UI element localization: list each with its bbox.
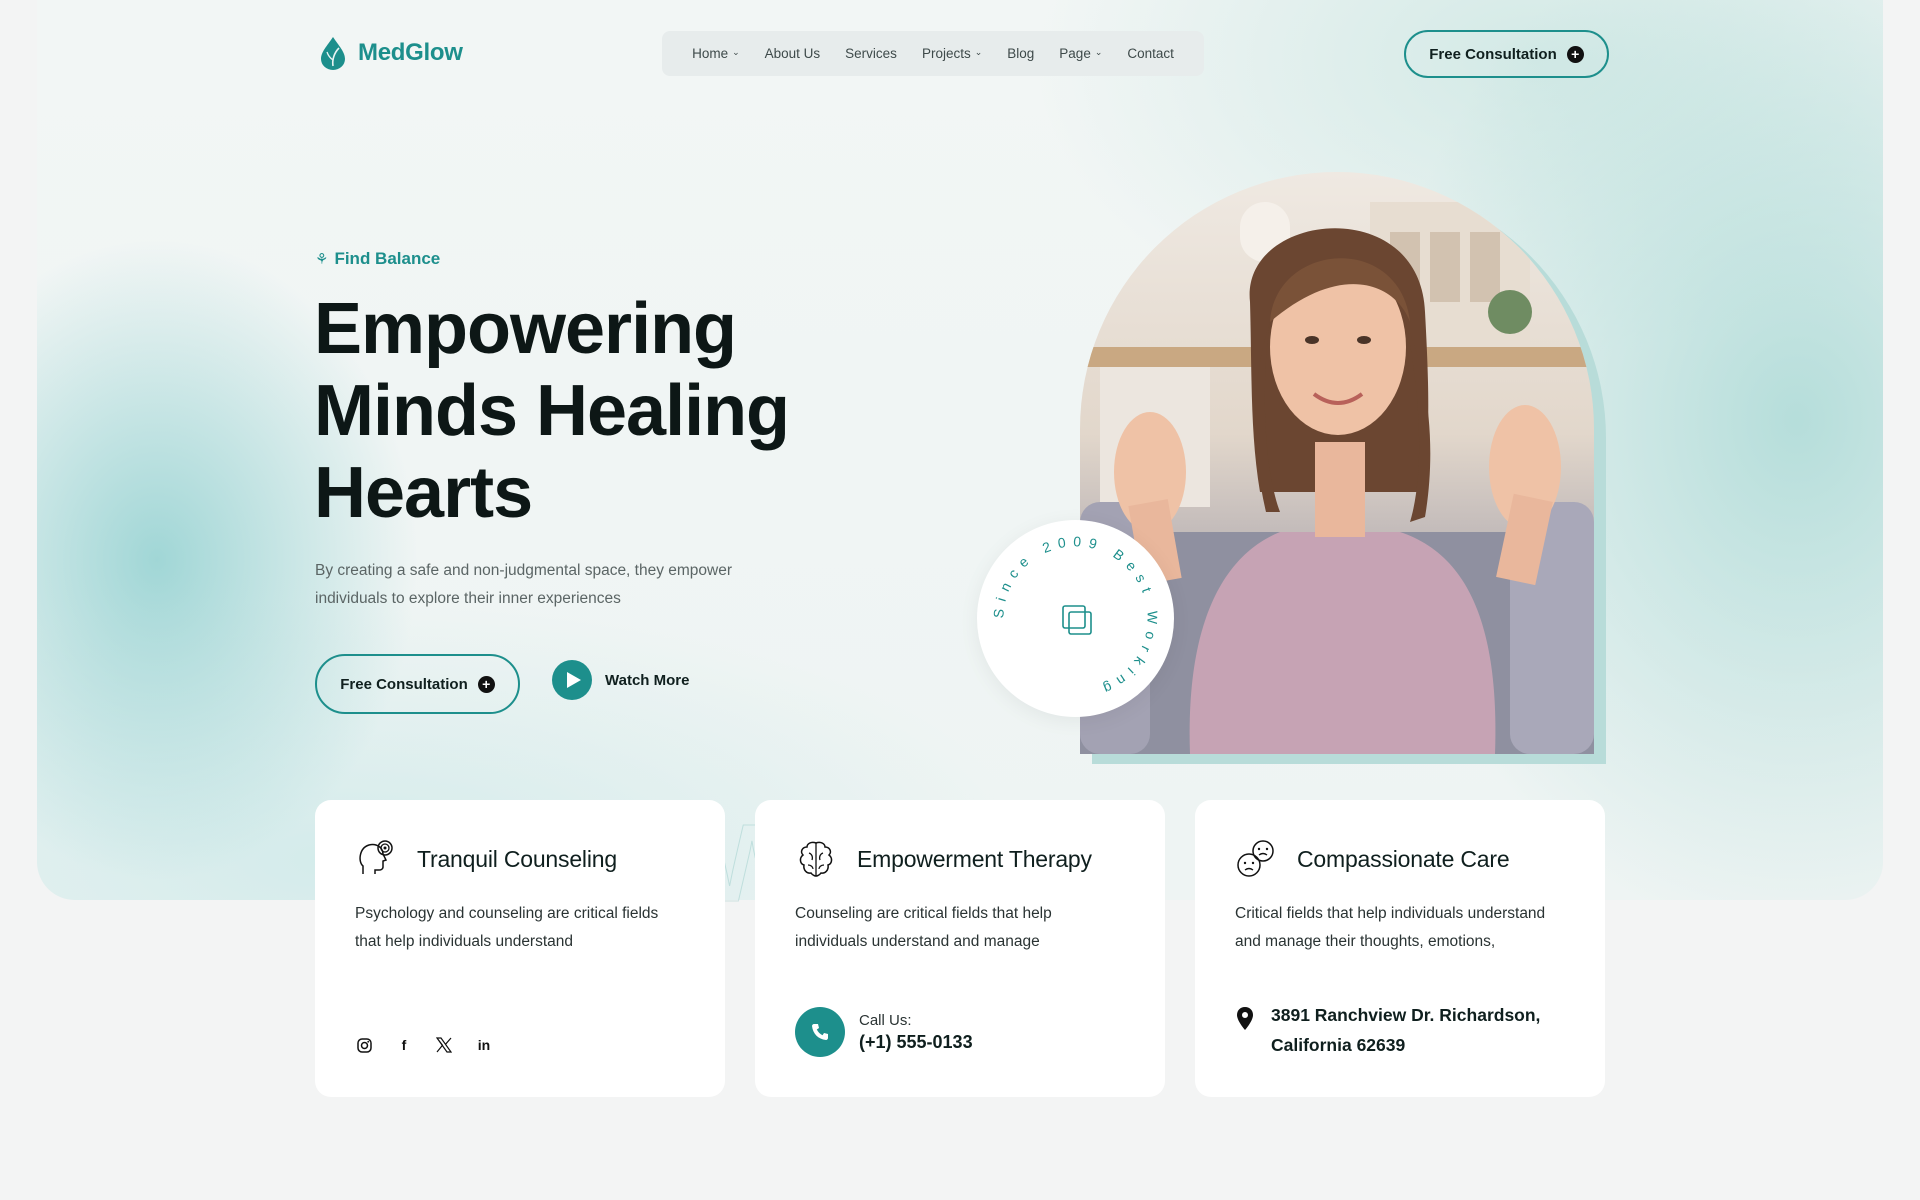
- linkedin-icon[interactable]: in: [475, 1036, 493, 1054]
- play-icon: [552, 660, 592, 700]
- nav-item-contact[interactable]: Contact: [1127, 46, 1174, 61]
- hero-title-line: Minds Healing: [314, 371, 790, 451]
- facebook-icon[interactable]: f: [395, 1036, 413, 1054]
- address-line: 3891 Ranchview Dr. Richardson,: [1271, 1005, 1541, 1025]
- instagram-icon[interactable]: [355, 1036, 373, 1054]
- since-badge: Since 2009 Best Working: [977, 520, 1174, 717]
- card-text: Psychology and counseling are critical f…: [355, 905, 659, 950]
- sprout-icon: ⚘: [315, 251, 329, 268]
- leaf-drop-icon: [321, 37, 345, 70]
- hero-free-consultation-button[interactable]: Free Consultation +: [315, 654, 520, 714]
- emotions-faces-icon: [1237, 840, 1274, 877]
- chevron-down-icon: ⌄: [974, 47, 983, 57]
- nav-item-services[interactable]: Services: [845, 46, 897, 61]
- hero-title: Empowering Minds Healing Hearts: [314, 288, 874, 534]
- address-block: 3891 Ranchview Dr. Richardson, Californi…: [1235, 1000, 1571, 1060]
- hero-title-line: Empowering: [314, 289, 737, 369]
- hero-description: By creating a safe and non-judgmental sp…: [315, 562, 733, 607]
- badge-text: Since 2009 Best Working: [990, 533, 1154, 700]
- eyebrow-text: Find Balance: [334, 249, 441, 268]
- nav-item-projects[interactable]: Projects ⌄: [922, 46, 982, 61]
- main-nav: Home ⌄ About Us Services Projects ⌄ Blog P…: [662, 31, 1204, 76]
- chevron-down-icon: ⌄: [732, 47, 740, 57]
- circular-badge-text: Since 2009 Best Working: [990, 533, 1161, 700]
- svg-text:Since 2009 Best Working: Since 2009 Best Working: [990, 533, 1161, 700]
- nav-item-about-us[interactable]: About Us: [765, 46, 821, 61]
- location-pin-icon: [1237, 1007, 1253, 1030]
- nav-label: Page: [1059, 46, 1091, 61]
- address-text: 3891 Ranchview Dr. Richardson, Californi…: [1271, 1000, 1571, 1060]
- nav-label: Projects: [921, 46, 971, 61]
- nav-label: About Us: [764, 46, 821, 61]
- social-links: f in: [355, 1036, 493, 1054]
- watch-more-label: Watch More: [605, 671, 690, 689]
- hero-title-line: Hearts: [314, 453, 533, 533]
- logo[interactable]: MedGlow: [318, 36, 463, 70]
- call-label: Call Us:: [859, 1011, 912, 1029]
- service-card-compassionate-care[interactable]: Compassionate Care Critical fields that …: [1195, 800, 1605, 1097]
- nav-label: Home: [692, 46, 729, 61]
- badge-logo-icon: [1062, 605, 1092, 635]
- brain-icon: [799, 841, 833, 877]
- nav-label: Contact: [1127, 46, 1174, 61]
- head-mind-icon: [359, 840, 393, 874]
- nav-label: Services: [845, 46, 897, 61]
- phone-icon[interactable]: [795, 1007, 845, 1057]
- service-card-empowerment-therapy[interactable]: Empowerment Therapy Counseling are criti…: [755, 800, 1165, 1097]
- x-icon[interactable]: [435, 1036, 453, 1054]
- watch-more-button[interactable]: Watch More: [552, 660, 689, 700]
- call-us-block: Call Us: (+1) 555-0133: [795, 1007, 973, 1057]
- brand-name: MedGlow: [358, 39, 463, 66]
- plus-circle-icon: +: [1566, 45, 1584, 63]
- service-card-tranquil-counseling[interactable]: Tranquil Counseling Psychology and couns…: [315, 800, 725, 1097]
- address-line: California 62639: [1271, 1035, 1406, 1055]
- card-text: Critical fields that help individuals un…: [1235, 905, 1546, 950]
- button-label: Free Consultation: [340, 675, 468, 693]
- nav-label: Blog: [1007, 46, 1035, 61]
- hero-eyebrow: ⚘ Find Balance: [315, 249, 440, 269]
- card-title: Compassionate Care: [1297, 845, 1510, 872]
- nav-item-home[interactable]: Home ⌄: [692, 46, 740, 61]
- button-label: Free Consultation: [1429, 45, 1557, 63]
- card-text: Counseling are critical fields that help…: [795, 905, 1052, 950]
- call-number[interactable]: (+1) 555-0133: [859, 1032, 973, 1053]
- plus-circle-icon: +: [477, 675, 495, 693]
- card-title: Tranquil Counseling: [417, 845, 617, 872]
- card-title: Empowerment Therapy: [857, 845, 1092, 872]
- nav-item-blog[interactable]: Blog: [1007, 46, 1034, 61]
- nav-item-page[interactable]: Page ⌄: [1059, 46, 1102, 61]
- header-free-consultation-button[interactable]: Free Consultation +: [1404, 30, 1609, 78]
- chevron-down-icon: ⌄: [1094, 47, 1103, 57]
